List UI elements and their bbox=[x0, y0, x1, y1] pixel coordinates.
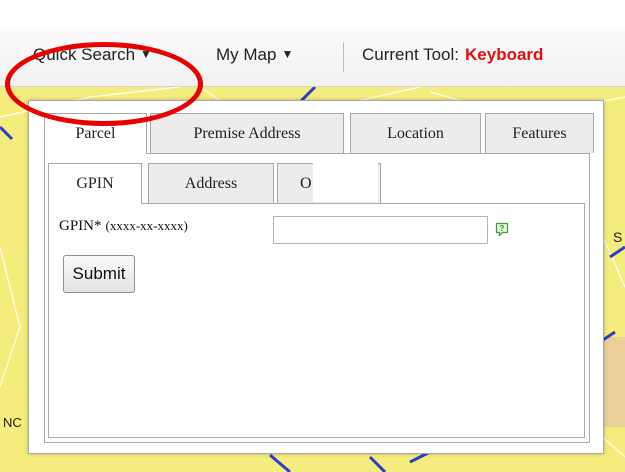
caret-down-icon: ▼ bbox=[281, 47, 294, 61]
current-tool-indicator: Current Tool: Keyboard bbox=[362, 45, 543, 65]
tab-label-overlay bbox=[313, 162, 378, 202]
map-label-nc: NC bbox=[3, 415, 22, 430]
tab-gpin[interactable]: GPIN bbox=[48, 163, 142, 204]
tab-parcel[interactable]: Parcel bbox=[44, 113, 147, 154]
map-toolbar: Quick Search ▼ My Map ▼ Current Tool: Keybo… bbox=[0, 30, 625, 126]
svg-text:?: ? bbox=[500, 224, 505, 233]
help-bubble-icon[interactable]: ? bbox=[495, 222, 509, 237]
submit-button[interactable]: Submit bbox=[63, 255, 135, 293]
caret-down-icon: ▼ bbox=[140, 47, 152, 61]
current-tool-value: Keyboard bbox=[465, 45, 544, 64]
my-map-menu[interactable]: My Map ▼ bbox=[216, 45, 293, 65]
tab-address[interactable]: Address bbox=[148, 163, 274, 203]
quick-search-panel: Parcel Premise Address Location Features… bbox=[28, 100, 604, 454]
tab-location[interactable]: Location bbox=[350, 113, 481, 153]
quick-search-label: Quick Search bbox=[33, 45, 136, 64]
gpin-label-text: GPIN* bbox=[59, 218, 102, 234]
tab-premise-address[interactable]: Premise Address bbox=[150, 113, 344, 153]
gpin-format-hint: (xxxx-xx-xxxx) bbox=[105, 218, 188, 233]
current-tool-label: Current Tool: bbox=[362, 45, 460, 64]
gpin-field-label: GPIN* (xxxx-xx-xxxx) bbox=[59, 218, 188, 235]
gpin-search-form: GPIN* (xxxx-xx-xxxx) ? Submit bbox=[48, 203, 585, 438]
my-map-label: My Map bbox=[216, 45, 277, 64]
quick-search-menu[interactable]: Quick Search ▼ bbox=[33, 45, 152, 65]
gpin-input[interactable] bbox=[273, 216, 488, 244]
tab-features[interactable]: Features bbox=[485, 113, 594, 153]
map-label-s: S bbox=[613, 229, 622, 245]
toolbar-divider bbox=[343, 42, 344, 72]
